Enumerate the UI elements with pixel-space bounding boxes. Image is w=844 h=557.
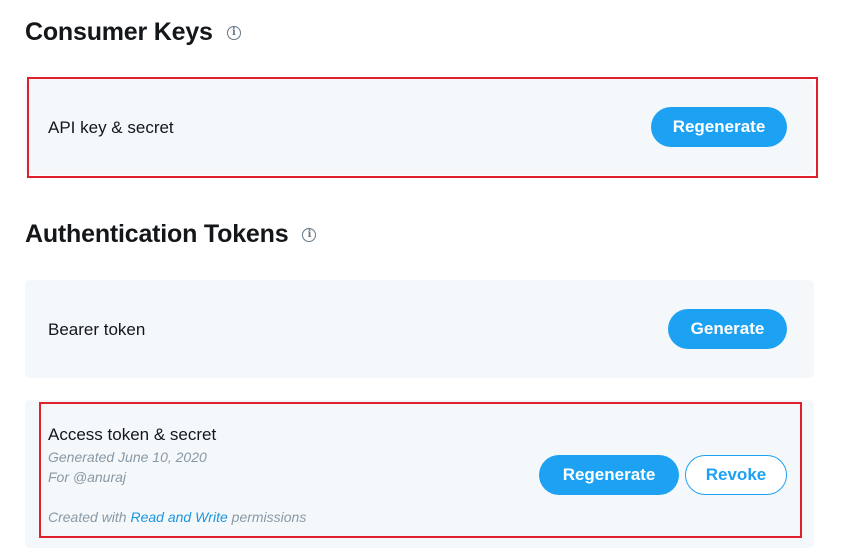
permissions-link[interactable]: Read and Write — [130, 509, 227, 525]
permissions-text: Created with Read and Write permissions — [48, 509, 307, 525]
consumer-keys-title: Consumer Keys i — [25, 18, 241, 47]
api-key-label: API key & secret — [48, 118, 174, 137]
token-owner: For @anuraj — [48, 469, 127, 485]
regenerate-access-token-button[interactable]: Regenerate — [539, 455, 679, 495]
info-icon[interactable]: i — [226, 25, 241, 40]
revoke-access-token-button[interactable]: Revoke — [685, 455, 787, 495]
bearer-token-label: Bearer token — [48, 320, 146, 339]
generated-date: Generated June 10, 2020 — [48, 449, 207, 465]
api-key-card: API key & secret Regenerate — [25, 79, 814, 175]
access-token-card: Access token & secret Generated June 10,… — [25, 400, 814, 548]
generate-bearer-token-button[interactable]: Generate — [668, 309, 787, 349]
bearer-token-card: Bearer token Generate — [25, 280, 814, 378]
access-token-label: Access token & secret — [48, 425, 217, 444]
info-icon[interactable]: i — [302, 227, 317, 242]
authentication-tokens-title: Authentication Tokens i — [25, 220, 317, 249]
regenerate-api-key-button[interactable]: Regenerate — [651, 107, 787, 147]
